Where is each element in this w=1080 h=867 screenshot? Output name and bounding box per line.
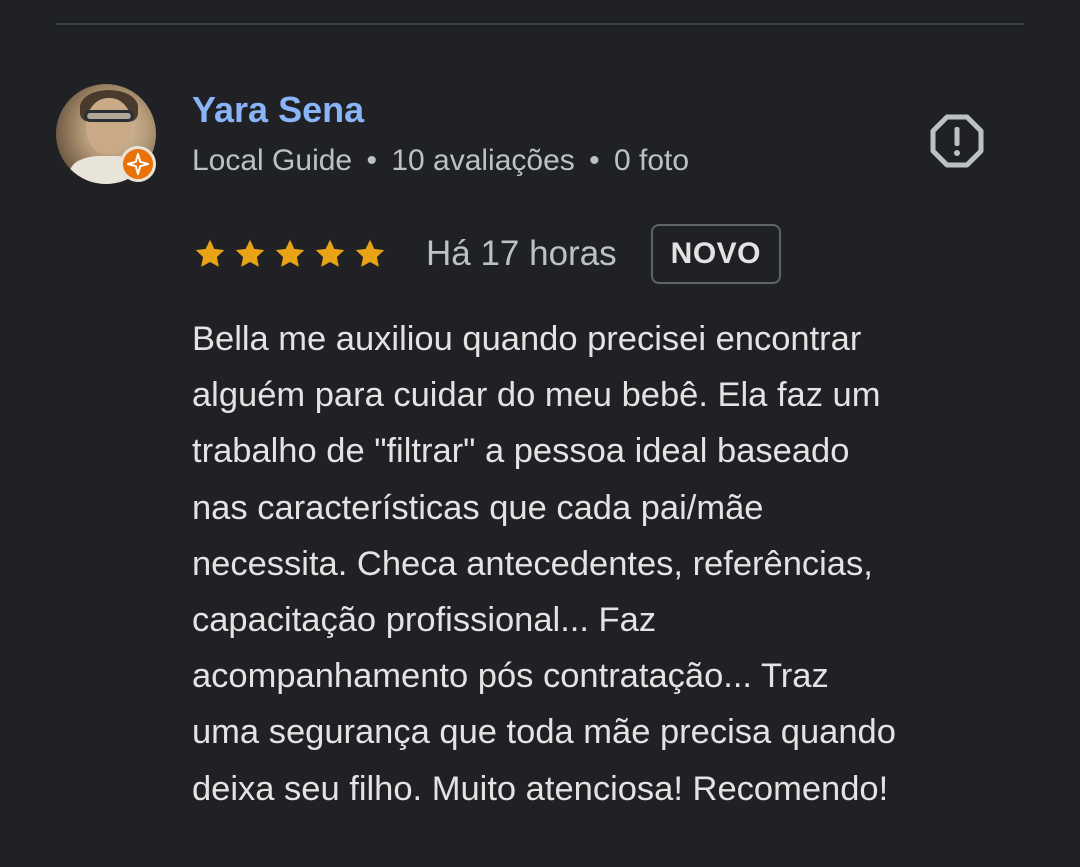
review-text-line: acompanhamento pós contratação... Traz — [192, 657, 829, 696]
rating-row: Há 17 horas NOVO — [192, 222, 782, 286]
top-divider — [56, 23, 1024, 25]
new-badge: NOVO — [650, 224, 782, 284]
reviews-count: 10 avaliações — [391, 144, 575, 177]
reviewer-name[interactable]: Yara Sena — [192, 88, 364, 132]
star-icon — [312, 236, 348, 272]
avatar[interactable] — [56, 84, 156, 184]
reviewer-role: Local Guide — [192, 144, 353, 177]
review-text-line: alguém para cuidar do meu bebê. Ela faz … — [192, 376, 881, 415]
reviewer-meta: Local Guide • 10 avaliações • 0 foto — [192, 142, 689, 180]
review-text: Bella me auxiliou quando precisei encont… — [192, 311, 1052, 817]
star-icon — [352, 236, 388, 272]
review-text-line: Bella me auxiliou quando precisei encont… — [192, 320, 862, 358]
meta-separator: • — [589, 144, 600, 177]
review-text-line: uma segurança que toda mãe precisa quand… — [192, 713, 896, 752]
meta-separator: • — [366, 144, 377, 177]
star-icon — [272, 236, 308, 272]
review-text-line: trabalho de "filtrar" a pessoa ideal bas… — [192, 432, 850, 471]
star-icon — [192, 236, 228, 272]
star-icon — [232, 236, 268, 272]
review-time: Há 17 horas — [426, 234, 617, 273]
star-rating — [192, 236, 388, 272]
local-guide-badge-icon — [120, 146, 156, 182]
photos-count: 0 foto — [613, 144, 690, 177]
review-text-line: deixa seu filho. Muito atenciosa! Recome… — [192, 769, 889, 808]
review-text-line: capacitação profissional... Faz — [192, 601, 657, 640]
review-text-line: nas características que cada pai/mãe — [192, 488, 764, 527]
review-text-line: necessita. Checa antecedentes, referênci… — [192, 544, 873, 583]
report-flag-icon[interactable] — [930, 114, 984, 168]
